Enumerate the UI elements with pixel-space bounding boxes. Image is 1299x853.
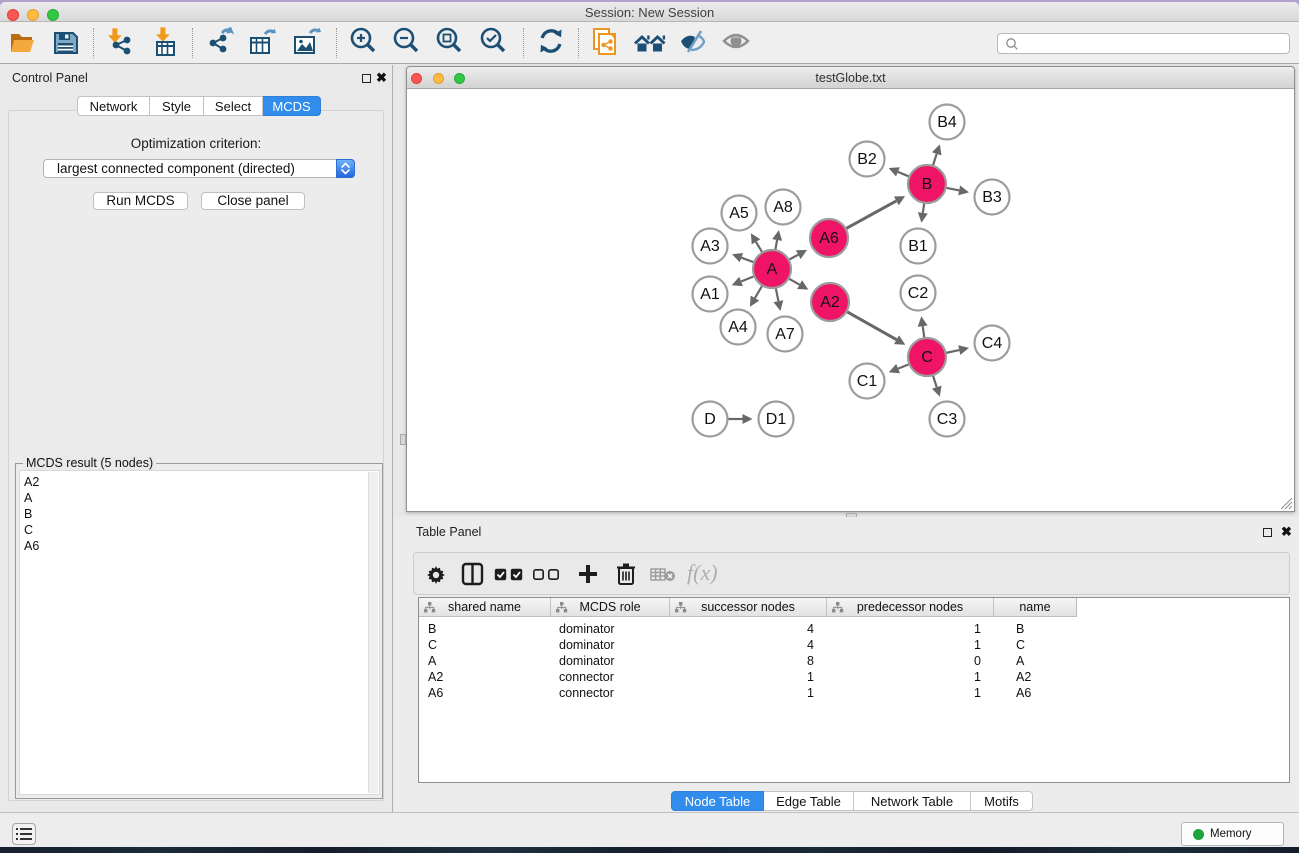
svg-text:A5: A5 xyxy=(729,205,749,222)
svg-text:B3: B3 xyxy=(982,189,1002,206)
svg-text:A1: A1 xyxy=(700,286,720,303)
svg-text:B2: B2 xyxy=(857,151,877,168)
svg-text:B1: B1 xyxy=(908,238,928,255)
svg-text:A2: A2 xyxy=(820,294,840,311)
svg-text:A: A xyxy=(767,261,778,278)
svg-text:B4: B4 xyxy=(937,114,957,131)
svg-text:C2: C2 xyxy=(908,285,929,302)
svg-text:D: D xyxy=(704,411,716,428)
svg-text:D1: D1 xyxy=(766,411,787,428)
svg-text:C1: C1 xyxy=(857,373,878,390)
svg-text:A8: A8 xyxy=(773,199,793,216)
svg-text:A7: A7 xyxy=(775,326,795,343)
svg-text:A6: A6 xyxy=(819,230,839,247)
svg-text:A4: A4 xyxy=(728,319,748,336)
svg-text:C4: C4 xyxy=(982,335,1003,352)
svg-text:C3: C3 xyxy=(937,411,958,428)
svg-text:B: B xyxy=(922,176,933,193)
svg-text:C: C xyxy=(921,349,933,366)
svg-text:A3: A3 xyxy=(700,238,720,255)
